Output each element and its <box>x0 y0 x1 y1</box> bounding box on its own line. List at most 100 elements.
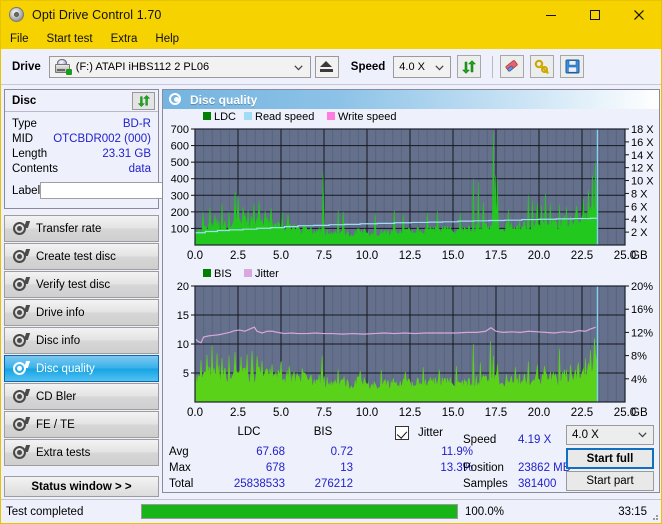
stats-avg-ldc: 67.68 <box>256 446 285 458</box>
sidebar-label-create-test-disc: Create test disc <box>36 250 116 263</box>
drive-select[interactable]: (F:) ATAPI iHBS112 2 PL06 <box>48 55 311 78</box>
drive-select-value: (F:) ATAPI iHBS112 2 PL06 <box>75 60 210 73</box>
svg-text:5: 5 <box>183 368 189 380</box>
svg-text:10.0: 10.0 <box>356 250 378 262</box>
sidebar-item-create-test-disc[interactable]: Create test disc <box>4 243 159 270</box>
svg-text:20.0: 20.0 <box>528 250 550 262</box>
sidebar-item-extra-tests[interactable]: Extra tests <box>4 439 159 466</box>
status-window-button[interactable]: Status window > > <box>4 476 159 497</box>
svg-text:400: 400 <box>171 174 189 186</box>
sidebar-item-cd-bler[interactable]: CD Bler <box>4 383 159 410</box>
disc-row-type-value: BD-R <box>122 118 151 130</box>
svg-text:16 X: 16 X <box>631 137 654 149</box>
sidebar-label-disc-info: Disc info <box>36 334 81 347</box>
disc-icon <box>12 276 31 293</box>
svg-text:Jitter: Jitter <box>255 268 279 280</box>
sidebar-item-drive-info[interactable]: Drive info <box>4 299 159 326</box>
svg-text:20%: 20% <box>631 281 653 293</box>
stats-max-jitter: 13.3% <box>440 462 473 474</box>
stats-total-bis: 276212 <box>314 478 353 490</box>
test-speed-value: 4.0 X <box>572 429 599 441</box>
page-title: Disc quality <box>190 92 258 107</box>
menu-item-extra[interactable]: Extra <box>111 32 147 46</box>
svg-text:12%: 12% <box>631 327 653 339</box>
window-title: Opti Drive Control 1.70 <box>32 7 162 22</box>
settings-button[interactable] <box>530 55 555 78</box>
start-part-button[interactable]: Start part <box>566 471 654 491</box>
svg-text:BIS: BIS <box>214 268 232 280</box>
menu-item-start-test[interactable]: Start test <box>47 32 102 46</box>
chevron-down-icon <box>294 64 303 70</box>
disc-row-length-key: Length <box>12 148 48 160</box>
disc-row-contents: Contents data <box>12 162 151 177</box>
stats-max-ldc: 678 <box>265 462 285 474</box>
svg-text:14 X: 14 X <box>631 150 654 162</box>
disc-label-key: Label <box>12 184 41 197</box>
disc-row-contents-key: Contents <box>12 163 59 175</box>
sidebar-label-extra-tests: Extra tests <box>36 446 91 459</box>
disc-refresh-button[interactable] <box>132 92 155 110</box>
sidebar-item-disc-quality[interactable]: Disc quality <box>4 355 159 382</box>
app-disc-icon <box>8 6 25 23</box>
drive-icon <box>54 59 72 75</box>
jitter-checkbox[interactable] <box>395 426 409 440</box>
save-button[interactable] <box>560 55 585 78</box>
refresh-button[interactable] <box>457 55 482 78</box>
start-full-button[interactable]: Start full <box>566 448 654 469</box>
stats-max-bis: 13 <box>340 462 353 474</box>
svg-text:500: 500 <box>171 157 189 169</box>
svg-text:17.5: 17.5 <box>485 250 507 262</box>
svg-text:2.5: 2.5 <box>230 407 246 419</box>
svg-text:2.5: 2.5 <box>230 250 246 262</box>
svg-text:10 X: 10 X <box>631 176 654 188</box>
close-button[interactable] <box>617 1 661 28</box>
sidebar-label-fe-te: FE / TE <box>36 418 75 431</box>
maximize-button[interactable] <box>573 1 617 28</box>
bis-chart: BIS Jitter 5 10 15 20 4% 8% 12% 16% 20% 0.0 2.5 5.0 7.… <box>177 268 653 419</box>
sidebar-label-drive-info: Drive info <box>36 306 85 319</box>
resize-grip[interactable] <box>649 511 659 521</box>
nav-list: Transfer rate Create test disc Verify te… <box>4 215 159 466</box>
test-speed-select[interactable]: 4.0 X <box>566 425 654 445</box>
speed-select[interactable]: 4.0 X <box>393 55 452 78</box>
disc-quality-icon <box>169 92 183 107</box>
menu-item-help[interactable]: Help <box>155 32 188 46</box>
sidebar-item-verify-test-disc[interactable]: Verify test disc <box>4 271 159 298</box>
stats-avg-bis: 0.72 <box>330 446 353 458</box>
disc-icon <box>12 248 31 265</box>
svg-text:4%: 4% <box>631 374 647 386</box>
floppy-save-icon <box>565 59 580 74</box>
disc-info-rows: Type BD-R MID OTCBDR002 (000) Length 23.… <box>5 112 243 208</box>
stats-col-jitter: Jitter <box>418 427 443 439</box>
eject-button[interactable] <box>314 55 339 78</box>
sidebar-item-transfer-rate[interactable]: Transfer rate <box>4 215 159 242</box>
sidebar-item-fe-te[interactable]: FE / TE <box>4 411 159 438</box>
charts-area: LDC Read speed Write speed 100 200 300 400 500 6… <box>163 109 659 421</box>
refresh-icon <box>462 59 477 74</box>
stats-col-ldc: LDC <box>237 426 261 438</box>
disc-info-title: Disc <box>12 94 37 107</box>
svg-text:20.0: 20.0 <box>528 407 550 419</box>
sidebar-label-disc-quality: Disc quality <box>36 362 95 375</box>
svg-text:4 X: 4 X <box>631 214 648 226</box>
svg-text:10.0: 10.0 <box>356 407 378 419</box>
sidebar-item-disc-info[interactable]: Disc info <box>4 327 159 354</box>
erase-button[interactable] <box>500 55 525 78</box>
svg-text:17.5: 17.5 <box>485 407 507 419</box>
minimize-button[interactable] <box>529 1 573 28</box>
refresh-icon <box>137 95 150 107</box>
wrench-icon <box>535 59 550 74</box>
disc-info-box: Disc Type BD-R MID OTCBDR002 (000) Lengt… <box>4 89 243 209</box>
sidebar-label-verify-test-disc: Verify test disc <box>36 278 111 291</box>
stats-samples-label: Samples <box>463 478 508 490</box>
svg-text:5.0: 5.0 <box>273 407 289 419</box>
disc-icon <box>12 416 31 433</box>
svg-text:15.0: 15.0 <box>442 250 464 262</box>
stats-avg-jitter: 11.9% <box>441 446 473 458</box>
progress-bar <box>141 504 458 519</box>
svg-text:2 X: 2 X <box>631 227 648 239</box>
svg-text:8 X: 8 X <box>631 188 648 200</box>
menu-item-file[interactable]: File <box>10 32 38 46</box>
svg-text:0.0: 0.0 <box>187 250 203 262</box>
speed-label: Speed <box>350 60 386 73</box>
